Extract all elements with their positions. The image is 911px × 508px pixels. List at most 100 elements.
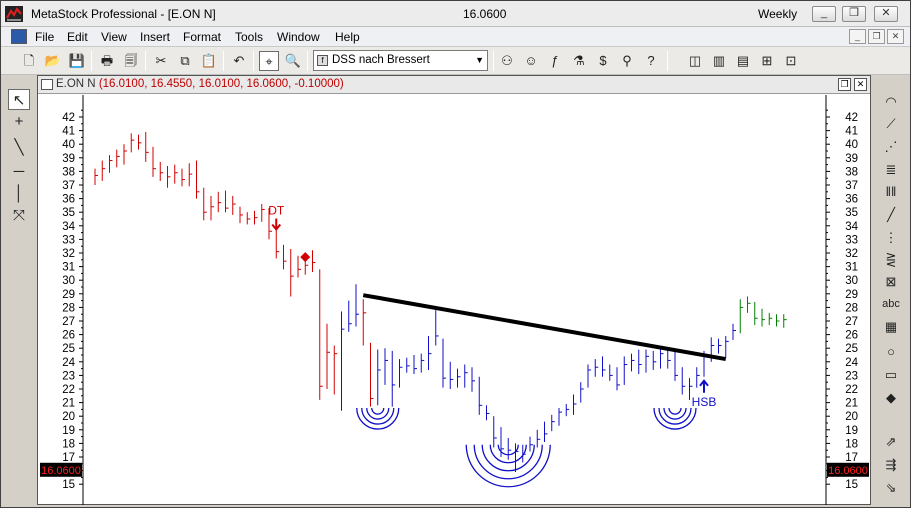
cascade-windows-icon[interactable]: ◫ (685, 51, 705, 71)
explorer-icon[interactable]: ⚲ (617, 51, 637, 71)
arrange-icons-icon[interactable]: ⊡ (781, 51, 801, 71)
function-icon: f (317, 55, 328, 66)
close-button[interactable]: ✕ (874, 6, 898, 22)
down-arrow-icon (271, 218, 282, 232)
document-icon[interactable] (11, 29, 27, 44)
mdi-close-button[interactable]: ✕ (887, 29, 904, 44)
chevron-down-icon[interactable]: ▼ (475, 51, 484, 70)
sell-arrow-tool-icon[interactable]: ⇘ (879, 477, 903, 498)
menu-insert[interactable]: Insert (140, 30, 170, 44)
y-tick-label-right: 24 (845, 357, 858, 369)
gann-fan-icon[interactable]: ⋮ (879, 227, 903, 248)
tile-horizontal-icon[interactable]: ▤ (733, 51, 753, 71)
cut-icon[interactable]: ✂ (151, 51, 171, 71)
trendline-tool-icon[interactable]: ╲ (8, 137, 30, 158)
horizontal-line-icon[interactable]: ─ (8, 161, 30, 182)
y-tick-label-left: 41 (62, 126, 75, 138)
y-tick-label-left: 18 (62, 438, 75, 450)
y-tick-label-left: 17 (62, 452, 75, 464)
y-tick-label-right: 28 (845, 302, 858, 314)
menu-view[interactable]: View (101, 30, 127, 44)
y-tick-label-left: 31 (62, 262, 75, 274)
expert-advisor-select[interactable]: f DSS nach Bressert ▼ (313, 50, 488, 71)
minimize-button[interactable]: _ (812, 6, 836, 22)
y-tick-label-left: 21 (62, 398, 75, 410)
y-tick-label-right: 33 (845, 234, 858, 246)
menu-window[interactable]: Window (277, 30, 320, 44)
menu-help[interactable]: Help (335, 30, 360, 44)
save-icon[interactable]: 💾 (67, 51, 87, 71)
line-tool-icon[interactable]: ╱ (879, 204, 903, 225)
restore-button[interactable]: ❐ (842, 6, 866, 22)
y-tick-label-left: 22 (62, 384, 75, 396)
chart-restore-button[interactable]: ❐ (838, 78, 851, 91)
copy-icon[interactable]: ⧉ (175, 51, 195, 71)
hsb-label: HSB (692, 395, 717, 409)
menu-format[interactable]: Format (183, 30, 221, 44)
y-tick-label-right: 36 (845, 194, 858, 206)
chart-window-icon[interactable] (41, 79, 53, 90)
expert-advisor-icon[interactable]: ☺ (521, 51, 541, 71)
menu-tools[interactable]: Tools (235, 30, 263, 44)
crosshair-icon[interactable]: ⌖ (259, 51, 279, 71)
menu-edit[interactable]: Edit (67, 30, 88, 44)
undo-icon[interactable]: ↶ (229, 51, 249, 71)
cycle-arcs-icon[interactable]: ◠ (879, 91, 903, 112)
buy-arrow-tool-icon[interactable]: ⇗ (879, 431, 903, 452)
y-tick-label-left: 33 (62, 234, 75, 246)
symbol-tool-icon[interactable]: ⇶ (879, 454, 903, 475)
rectangle-tool-icon[interactable]: ▭ (879, 364, 903, 385)
y-tick-label-right: 18 (845, 438, 858, 450)
fibonacci-retracement-icon[interactable]: ≣ (879, 159, 903, 180)
y-tick-label-right: 20 (845, 411, 858, 423)
menu-bar: File Edit View Insert Format Tools Windo… (1, 27, 910, 47)
menu-file[interactable]: File (35, 30, 54, 44)
y-tick-label-left: 19 (62, 425, 75, 437)
mdi-restore-button[interactable]: ❐ (868, 29, 885, 44)
up-arrow-icon (699, 379, 709, 393)
price-chart[interactable]: 1515161617171818191920202121222223232424… (38, 95, 870, 505)
print-preview-icon[interactable]: 🗐 (121, 51, 141, 71)
zoom-icon[interactable]: 🔍 (283, 51, 303, 71)
y-tick-label-left: 37 (62, 180, 75, 192)
title-bar[interactable]: MetaStock Professional - [E.ON N] 16.060… (1, 1, 910, 27)
paste-icon[interactable]: 📋 (199, 51, 219, 71)
tile-grid-icon[interactable]: ⊞ (757, 51, 777, 71)
y-tick-label-left: 26 (62, 330, 75, 342)
cycle-lines-icon[interactable]: ‖‖ (879, 181, 903, 202)
open-folder-icon[interactable]: 📂 (43, 51, 63, 71)
chart-title: E.ON N (16.0100, 16.4550, 16.0100, 16.06… (56, 78, 344, 90)
chart-title-bar[interactable]: E.ON N (16.0100, 16.4550, 16.0100, 16.06… (38, 76, 870, 94)
chart-ohlc-values: (16.0100, 16.4550, 16.0100, 16.0600, -0.… (98, 78, 344, 90)
indicator-builder-icon[interactable]: ƒ (545, 51, 565, 71)
chart-close-button[interactable]: ✕ (854, 78, 867, 91)
y-tick-label-right: 39 (845, 153, 858, 165)
pointer-icon[interactable]: ↖ (8, 89, 30, 110)
y-tick-label-left: 32 (62, 248, 75, 260)
diamond-marker-icon (300, 252, 311, 263)
trend-channel-icon[interactable]: ⤧ (8, 205, 30, 226)
y-tick-label-left: 15 (62, 479, 75, 491)
print-icon[interactable]: 🖶 (97, 51, 117, 71)
gann-grid-icon[interactable]: ⊠ (879, 271, 903, 292)
vertical-line-icon[interactable]: │ (8, 183, 30, 204)
fibonacci-fan-icon[interactable]: ⋰ (879, 136, 903, 157)
y-tick-label-right: 21 (845, 398, 858, 410)
system-tester-icon[interactable]: ⚗ (569, 51, 589, 71)
andrews-pitchfork-icon[interactable]: ⋛ (879, 249, 903, 270)
speed-lines-icon[interactable]: ⟋ (879, 113, 903, 134)
security-icon[interactable]: ⚇ (497, 51, 517, 71)
arrow-tool-icon[interactable]: ◆ (879, 387, 903, 408)
text-tool-icon[interactable]: abc (879, 294, 903, 315)
dt-label: DT (268, 203, 285, 217)
new-file-icon[interactable]: 🗋 (19, 51, 39, 71)
y-tick-label-left: 36 (62, 194, 75, 206)
grid-tool-icon[interactable]: ▦ (879, 316, 903, 337)
ellipse-tool-icon[interactable]: ○ (879, 341, 903, 362)
mdi-minimize-button[interactable]: _ (849, 29, 866, 44)
y-tick-label-right: 34 (845, 221, 858, 233)
tile-vertical-icon[interactable]: ▥ (709, 51, 729, 71)
dollar-icon[interactable]: $ (593, 51, 613, 71)
crosshair-tool-icon[interactable]: + (8, 111, 30, 132)
help-pointer-icon[interactable]: ? (641, 51, 661, 71)
